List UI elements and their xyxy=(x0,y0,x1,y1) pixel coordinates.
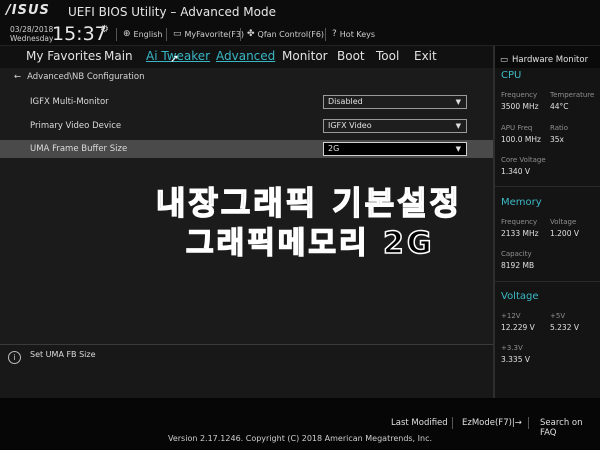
version-text: Version 2.17.1246. Copyright (C) 2018 Am… xyxy=(167,434,433,443)
breadcrumb-path: Advanced\NB Configuration xyxy=(27,72,145,82)
memory-voltage-label: Voltage xyxy=(550,218,577,226)
dropdown-arrow-icon: ▼ xyxy=(455,122,461,130)
hotkeys-button[interactable]: ? Hot Keys xyxy=(332,29,375,39)
core-voltage-label: Core Voltage xyxy=(501,156,546,164)
separator xyxy=(116,28,117,41)
help-info-bar: i Set UMA FB Size xyxy=(0,344,493,398)
memory-frequency-label: Frequency xyxy=(501,218,538,226)
cpu-frequency-value: 3500 MHz xyxy=(501,102,539,111)
asus-logo: /ISUS xyxy=(6,3,50,18)
tab-monitor[interactable]: Monitor xyxy=(282,49,328,63)
myfavorite-label: MyFavorite(F3) xyxy=(184,29,245,39)
v12-label: +12V xyxy=(501,312,521,320)
title-bar: /ISUS UEFI BIOS Utility – Advanced Mode xyxy=(0,0,600,24)
menu-bar: My Favorites Main Ai Tweaker Advanced Mo… xyxy=(0,46,493,68)
language-label: English xyxy=(133,29,163,39)
hardware-monitor-title: Hardware Monitor xyxy=(512,54,589,65)
igfx-multi-monitor-select[interactable]: Disabled ▼ xyxy=(323,95,467,109)
apu-freq-label: APU Freq xyxy=(501,124,533,132)
help-icon: ? xyxy=(332,29,337,39)
ratio-label: Ratio xyxy=(550,124,568,132)
globe-icon: ⊕ xyxy=(123,29,131,39)
bottom-bar: Last Modified EzMode(F7)|→ Search on FAQ… xyxy=(0,398,600,450)
dropdown-arrow-icon: ▼ xyxy=(455,98,461,106)
ratio-value: 35x xyxy=(550,135,564,144)
hotkeys-label: Hot Keys xyxy=(339,29,376,39)
hardware-monitor-panel: ▭ Hardware Monitor CPU Frequency Tempera… xyxy=(493,46,600,398)
separator xyxy=(325,28,326,41)
select-value: 2G xyxy=(328,144,340,153)
cpu-temperature-label: Temperature xyxy=(550,91,595,99)
v33-label: +3.3V xyxy=(501,344,523,352)
weekday: Wednesday xyxy=(10,34,54,43)
separator xyxy=(166,28,167,41)
cpu-temperature-value: 44°C xyxy=(550,102,569,111)
divider xyxy=(495,281,600,282)
tab-my-favorites[interactable]: My Favorites xyxy=(26,49,101,63)
language-button[interactable]: ⊕ English xyxy=(123,29,162,39)
myfavorite-button[interactable]: ▭ MyFavorite(F3) xyxy=(173,29,244,39)
cpu-section-title: CPU xyxy=(501,70,522,81)
tab-tool[interactable]: Tool xyxy=(376,49,399,63)
v5-label: +5V xyxy=(550,312,566,320)
monitor-icon: ▭ xyxy=(173,29,182,39)
apu-freq-value: 100.0 MHz xyxy=(501,135,541,144)
setting-row-igfx-multi-monitor[interactable]: IGFX Multi-Monitor Disabled ▼ xyxy=(0,93,493,111)
separator xyxy=(240,28,241,41)
date: 03/28/2018 xyxy=(10,25,54,34)
overlay-caption-line2: 그래픽메모리 2G xyxy=(185,225,435,262)
mouse-cursor-icon: ➚ xyxy=(170,52,180,65)
capacity-label: Capacity xyxy=(501,250,532,258)
app-title: UEFI BIOS Utility – Advanced Mode xyxy=(68,5,276,19)
date-display: 03/28/2018 Wednesday xyxy=(10,25,53,43)
core-voltage-value: 1.340 V xyxy=(501,167,530,176)
dropdown-arrow-icon: ▼ xyxy=(455,145,461,153)
memory-section-title: Memory xyxy=(501,197,542,208)
hardware-monitor-header: ▭ Hardware Monitor xyxy=(495,46,600,68)
separator xyxy=(452,417,453,429)
setting-label: Primary Video Device xyxy=(30,121,122,131)
v5-value: 5.232 V xyxy=(550,323,579,332)
fan-icon: ✤ xyxy=(247,29,255,39)
tab-exit[interactable]: Exit xyxy=(414,49,437,63)
select-value: Disabled xyxy=(328,97,363,106)
select-value: IGFX Video xyxy=(328,121,372,130)
qfan-button[interactable]: ✤ Qfan Control(F6) xyxy=(247,29,324,39)
last-modified-button[interactable]: Last Modified xyxy=(391,418,448,428)
ezmode-button[interactable]: EzMode(F7)|→ xyxy=(462,418,522,428)
tab-boot[interactable]: Boot xyxy=(337,49,365,63)
v33-value: 3.335 V xyxy=(501,355,530,364)
cpu-frequency-label: Frequency xyxy=(501,91,538,99)
capacity-value: 8192 MB xyxy=(501,261,535,270)
v12-value: 12.229 V xyxy=(501,323,535,332)
memory-frequency-value: 2133 MHz xyxy=(501,229,539,238)
setting-label: UMA Frame Buffer Size xyxy=(30,144,128,154)
back-arrow-icon[interactable]: ← xyxy=(14,72,21,82)
divider xyxy=(495,186,600,187)
tab-main[interactable]: Main xyxy=(104,49,133,63)
setting-label: IGFX Multi-Monitor xyxy=(30,97,109,107)
separator xyxy=(528,417,529,429)
uma-frame-buffer-size-select[interactable]: 2G ▼ xyxy=(323,142,467,156)
monitor-icon: ▭ xyxy=(500,54,509,65)
tab-advanced[interactable]: Advanced xyxy=(216,49,275,63)
breadcrumb[interactable]: ← Advanced\NB Configuration xyxy=(14,72,145,82)
primary-video-device-select[interactable]: IGFX Video ▼ xyxy=(323,119,467,133)
status-bar: 03/28/2018 Wednesday 15:37 ⚙ ⊕ English ▭… xyxy=(0,23,600,46)
memory-voltage-value: 1.200 V xyxy=(550,229,579,238)
help-text: Set UMA FB Size xyxy=(30,350,96,359)
time-display: 15:37 xyxy=(52,23,107,45)
setting-row-uma-frame-buffer-size[interactable]: UMA Frame Buffer Size 2G ▼ xyxy=(0,140,493,158)
gear-icon[interactable]: ⚙ xyxy=(100,24,109,35)
info-icon: i xyxy=(8,351,21,364)
setting-row-primary-video-device[interactable]: Primary Video Device IGFX Video ▼ xyxy=(0,117,493,135)
voltage-section-title: Voltage xyxy=(501,291,539,302)
qfan-label: Qfan Control(F6) xyxy=(257,29,325,39)
